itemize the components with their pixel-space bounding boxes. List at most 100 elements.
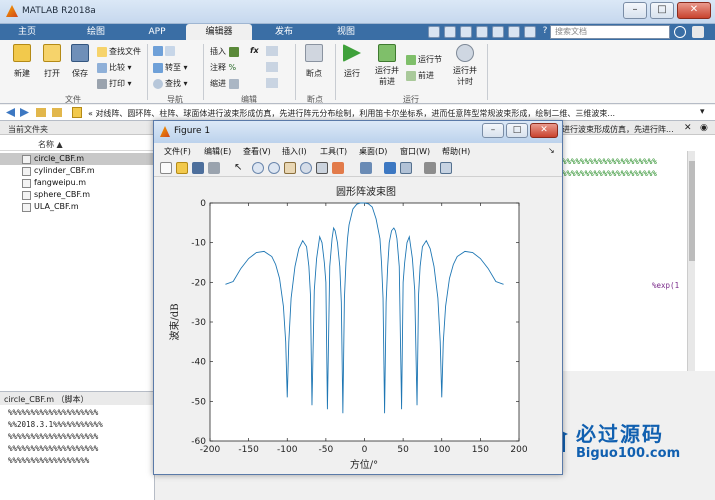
redo-icon[interactable] <box>508 26 520 38</box>
up-folder-icon[interactable] <box>36 108 46 117</box>
menu-file[interactable]: 文件(F) <box>164 146 191 157</box>
brush-icon[interactable] <box>332 162 344 174</box>
goto-button[interactable]: 转至 ▾ <box>153 62 188 73</box>
back-icon[interactable] <box>6 108 15 117</box>
paste-icon[interactable] <box>476 26 488 38</box>
file-row[interactable]: circle_CBF.m <box>0 153 155 165</box>
compare-button[interactable]: 比较 ▾ <box>97 62 132 73</box>
cut-icon[interactable] <box>444 26 456 38</box>
advance-button[interactable]: 前进 <box>406 70 434 81</box>
maximize-button[interactable]: □ <box>650 2 674 19</box>
save-figure-icon[interactable] <box>192 162 204 174</box>
menu-tools[interactable]: 工具(T) <box>320 146 347 157</box>
advance-label: 前进 <box>418 71 434 80</box>
browse-folder-icon[interactable] <box>52 108 62 117</box>
menu-help[interactable]: 帮助(H) <box>442 146 470 157</box>
find-icon <box>153 78 163 89</box>
panel-menu-icon[interactable]: ◉ <box>700 123 708 133</box>
open-file-icon[interactable] <box>176 162 188 174</box>
tab-plots[interactable]: 绘图 <box>70 24 122 40</box>
separator <box>295 44 296 100</box>
colorbar-icon[interactable] <box>384 162 396 174</box>
print-figure-icon[interactable] <box>208 162 220 174</box>
find-files-button[interactable]: 查找文件 <box>97 46 141 57</box>
menu-edit[interactable]: 编辑(E) <box>204 146 231 157</box>
rotate-3d-icon[interactable] <box>300 162 312 174</box>
pan-hand-icon[interactable] <box>284 162 296 174</box>
menu-window[interactable]: 窗口(W) <box>400 146 430 157</box>
compare-label: 比较 <box>109 63 125 72</box>
new-button[interactable]: 新建 <box>8 44 36 79</box>
zoom-in-icon[interactable] <box>252 162 264 174</box>
file-row[interactable]: sphere_CBF.m <box>0 189 155 201</box>
window-title: MATLAB R2018a <box>22 6 96 16</box>
y-tick-label: -50 <box>191 397 206 407</box>
menu-desktop[interactable]: 桌面(D) <box>359 146 387 157</box>
new-figure-icon[interactable] <box>160 162 172 174</box>
show-plot-tools-icon[interactable] <box>440 162 452 174</box>
search-icon[interactable] <box>674 26 686 38</box>
edit-tool-icon[interactable] <box>266 46 278 56</box>
address-path[interactable]: « 对线阵、圆环阵、柱阵、球面体进行波束形成仿真，先进行阵元分布绘制，利用笛卡尔… <box>88 108 615 119</box>
copy-icon[interactable] <box>460 26 472 38</box>
run-time-button[interactable]: 运行并 计时 <box>448 44 482 87</box>
search-input[interactable]: 搜索文档 <box>550 25 670 39</box>
editor-scrollbar[interactable] <box>687 151 695 371</box>
tab-apps[interactable]: APP <box>134 24 180 40</box>
figure-maximize-button[interactable]: □ <box>506 123 528 138</box>
file-row[interactable]: cylinder_CBF.m <box>0 165 155 177</box>
x-tick-label: 50 <box>397 445 409 455</box>
file-row[interactable]: fangweipu.m <box>0 177 155 189</box>
run-section-button[interactable]: 运行节 <box>406 54 442 65</box>
tab-editor[interactable]: 编辑器 <box>186 24 252 40</box>
run-advance-label: 运行并 <box>375 66 399 75</box>
find-button[interactable]: 查找 ▾ <box>153 78 188 89</box>
run-button[interactable]: 运行 <box>338 44 366 79</box>
edit-tool-icon[interactable] <box>266 78 278 88</box>
file-row[interactable]: ULA_CBF.m <box>0 201 155 213</box>
breakpoint-button[interactable]: 断点 <box>300 44 328 79</box>
column-header[interactable]: 名称 ▲ <box>0 135 155 151</box>
run-advance-button[interactable]: 运行并 前进 <box>370 44 404 87</box>
figure-minimize-button[interactable]: – <box>482 123 504 138</box>
forward-icon[interactable] <box>20 108 29 117</box>
switch-window-icon[interactable] <box>524 26 536 38</box>
scrollbar-thumb[interactable] <box>689 161 695 261</box>
fx-button[interactable]: fx <box>250 46 259 55</box>
legend-icon[interactable] <box>400 162 412 174</box>
close-icon[interactable]: ✕ <box>684 123 692 133</box>
open-button[interactable]: 打开 <box>38 44 66 79</box>
editor-header-text: 进行波束形成仿真，先进行阵... <box>562 125 674 134</box>
save-button[interactable]: 保存 <box>66 44 94 79</box>
menu-view[interactable]: 查看(V) <box>243 146 271 157</box>
address-dropdown-icon[interactable]: ▾ <box>700 107 705 117</box>
tab-view[interactable]: 视图 <box>320 24 372 40</box>
comment-button[interactable]: 注释 % <box>210 62 236 73</box>
tab-publish[interactable]: 发布 <box>258 24 310 40</box>
name-column-label[interactable]: 名称 ▲ <box>38 139 63 150</box>
figure-close-button[interactable]: ✕ <box>530 123 558 138</box>
stopwatch-icon <box>456 44 474 62</box>
save-icon[interactable] <box>428 26 440 38</box>
menu-insert[interactable]: 插入(I) <box>282 146 307 157</box>
print-button[interactable]: 打印 ▾ <box>97 78 132 89</box>
help-icon[interactable]: ? <box>540 26 550 38</box>
dock-icon[interactable]: ↘ <box>548 146 555 155</box>
edit-tool-icon[interactable] <box>266 62 278 72</box>
zoom-out-icon[interactable] <box>268 162 280 174</box>
nav-back-forward[interactable] <box>153 46 177 56</box>
close-button[interactable]: ✕ <box>677 2 711 19</box>
minimize-button[interactable]: – <box>623 2 647 19</box>
tab-home[interactable]: 主页 <box>8 24 46 40</box>
link-plot-icon[interactable] <box>360 162 372 174</box>
insert-button[interactable]: 插入 <box>210 46 241 57</box>
pointer-icon[interactable]: ↖ <box>234 162 242 173</box>
code-fragment: %exp(1 <box>652 281 680 290</box>
expand-ribbon-icon[interactable] <box>692 26 704 38</box>
y-tick-label: -60 <box>191 437 206 447</box>
indent-button[interactable]: 缩进 <box>210 78 241 89</box>
undo-icon[interactable] <box>492 26 504 38</box>
data-cursor-icon[interactable] <box>316 162 328 174</box>
hide-plot-tools-icon[interactable] <box>424 162 436 174</box>
ribbon: 新建 打开 保存 查找文件 比较 ▾ 打印 ▾ 文件 转至 ▾ 查找 ▾ 导航 … <box>0 40 715 104</box>
